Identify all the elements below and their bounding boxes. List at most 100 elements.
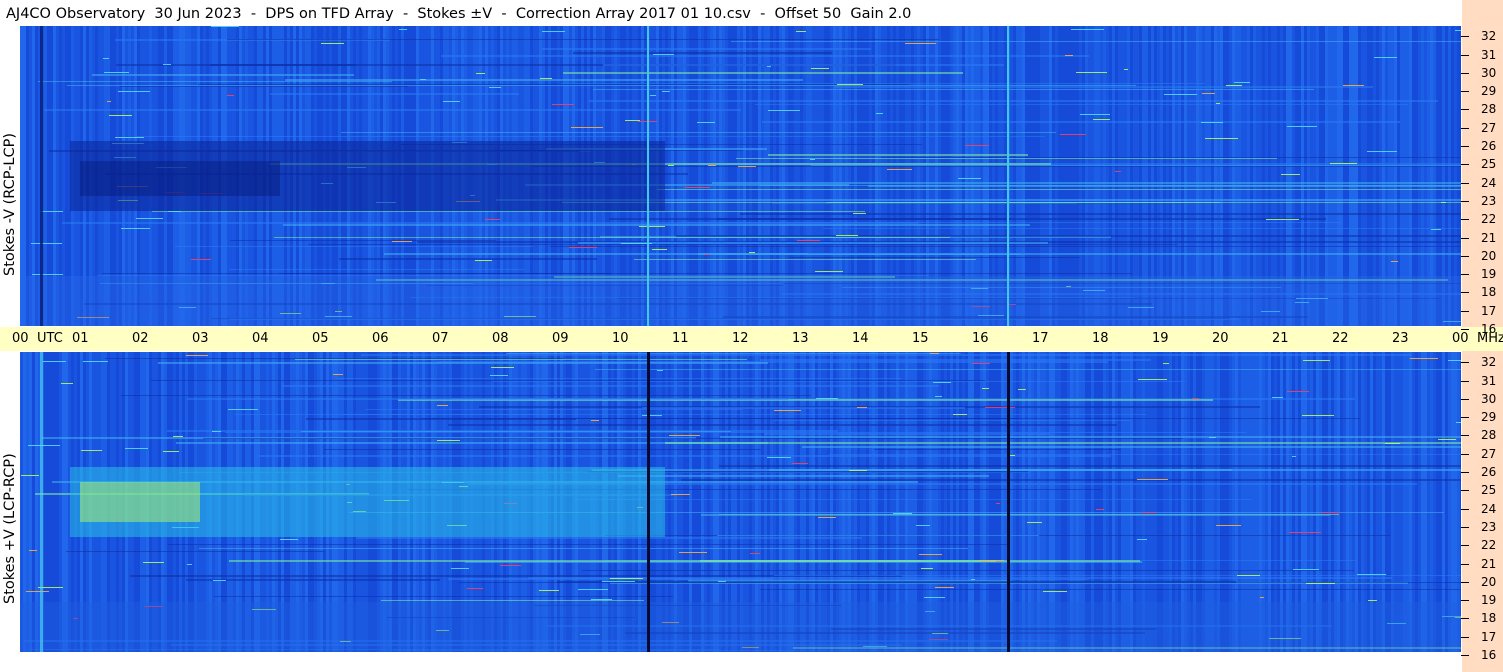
texture-stripe xyxy=(381,600,644,601)
texture-speck xyxy=(705,254,709,255)
texture-speck xyxy=(1357,574,1386,575)
texture-stripe xyxy=(306,418,576,420)
top-freq-tick xyxy=(1461,91,1469,93)
texture-stripe xyxy=(717,218,1326,220)
texture-stripe xyxy=(342,414,561,415)
texture-speck xyxy=(650,95,656,96)
top-freq-tick xyxy=(1461,219,1469,221)
top-freq-label: 31 xyxy=(1481,47,1497,62)
texture-speck xyxy=(639,226,665,227)
top-freq-label: 25 xyxy=(1481,157,1497,172)
texture-speck xyxy=(1374,57,1397,58)
texture-stripe xyxy=(811,165,1461,166)
texture-speck xyxy=(1138,379,1167,380)
texture-speck xyxy=(1281,174,1300,175)
texture-speck xyxy=(109,115,132,116)
texture-stripe xyxy=(356,537,862,539)
texture-speck xyxy=(104,72,129,73)
texture-speck xyxy=(1137,539,1147,540)
texture-speck xyxy=(1018,389,1026,390)
texture-stripe xyxy=(881,157,1461,158)
texture-stripe xyxy=(301,431,731,432)
bottom-freq-label: 29 xyxy=(1481,410,1497,425)
texture-speck xyxy=(921,568,933,569)
bottom-panel-label: Stokes +V (LCP-RCP) xyxy=(2,453,18,604)
texture-speck xyxy=(610,578,643,579)
texture-stripe xyxy=(603,64,1004,66)
time-tick-label: 20 xyxy=(1212,331,1229,346)
texture-stripe xyxy=(229,269,524,270)
texture-stripe xyxy=(203,438,1183,439)
texture-speck xyxy=(810,159,815,160)
time-tick-label: 06 xyxy=(372,331,389,346)
texture-speck xyxy=(958,178,981,179)
texture-speck xyxy=(539,590,559,591)
bottom-freq-label: 25 xyxy=(1481,483,1497,498)
vertical-bright-column xyxy=(40,352,43,652)
texture-speck xyxy=(173,436,183,437)
top-freq-label: 32 xyxy=(1481,29,1497,44)
texture-speck xyxy=(1205,138,1238,139)
texture-speck xyxy=(213,580,226,581)
bottom-freq-label: 32 xyxy=(1481,355,1497,370)
texture-speck xyxy=(491,367,514,368)
texture-stripe xyxy=(834,86,1373,88)
top-freq-label: 26 xyxy=(1481,139,1497,154)
texture-speck xyxy=(924,597,945,598)
texture-stripe xyxy=(542,48,871,50)
spectrogram-top xyxy=(20,26,1461,326)
texture-stripe xyxy=(187,398,788,400)
texture-stripe xyxy=(175,246,533,247)
bottom-freq-label: 26 xyxy=(1481,465,1497,480)
texture-speck xyxy=(115,137,144,138)
texture-speck xyxy=(542,31,565,32)
time-tick-label: 13 xyxy=(792,331,809,346)
texture-stripe xyxy=(573,52,832,54)
top-freq-label: 23 xyxy=(1481,193,1497,208)
texture-stripe xyxy=(341,132,1056,133)
texture-speck xyxy=(1237,575,1260,576)
texture-speck xyxy=(669,435,700,436)
low-band-region xyxy=(20,602,1461,652)
texture-stripe xyxy=(768,154,1028,156)
texture-speck xyxy=(685,187,710,188)
texture-speck xyxy=(191,259,211,260)
texture-stripe xyxy=(802,446,1461,448)
texture-speck xyxy=(767,457,791,458)
vertical-marker-line xyxy=(1007,26,1009,326)
time-tick-label: 14 xyxy=(852,331,869,346)
texture-stripe xyxy=(285,79,803,81)
texture-speck xyxy=(1060,134,1086,135)
texture-speck xyxy=(1292,456,1296,457)
texture-speck xyxy=(1272,397,1283,398)
bottom-freq-tick xyxy=(1461,618,1469,620)
texture-stripe xyxy=(102,273,1132,274)
time-tick-label: 19 xyxy=(1152,331,1169,346)
texture-stripe xyxy=(574,499,1252,500)
texture-speck xyxy=(1216,525,1241,526)
texture-stripe xyxy=(774,575,1461,576)
texture-speck xyxy=(569,247,597,248)
frequency-axis-top: 32 31 30 29 28 27 26 25 24 23 22 21 20 19 18 17 16 xyxy=(1461,26,1503,336)
texture-speck xyxy=(420,79,426,80)
chart-title: AJ4CO Observatory 30 Jun 2023 - DPS on T… xyxy=(6,6,912,22)
texture-speck xyxy=(437,440,460,441)
top-freq-tick xyxy=(1461,36,1469,38)
bottom-freq-label: 16 xyxy=(1481,648,1497,662)
texture-stripe xyxy=(361,354,1412,356)
texture-speck xyxy=(540,78,552,79)
bottom-freq-tick xyxy=(1461,581,1469,583)
texture-speck xyxy=(1142,512,1156,513)
texture-speck xyxy=(1163,363,1169,364)
texture-stripe xyxy=(259,455,1111,457)
time-tick-label: 01 xyxy=(72,331,89,346)
texture-speck xyxy=(905,43,936,44)
texture-stripe xyxy=(665,442,1461,444)
texture-stripe xyxy=(823,228,1461,229)
texture-speck xyxy=(1080,114,1110,115)
texture-speck xyxy=(212,431,221,432)
top-freq-tick xyxy=(1461,274,1469,276)
texture-speck xyxy=(979,560,1004,561)
texture-speck xyxy=(187,564,192,565)
texture-speck xyxy=(1096,509,1104,510)
